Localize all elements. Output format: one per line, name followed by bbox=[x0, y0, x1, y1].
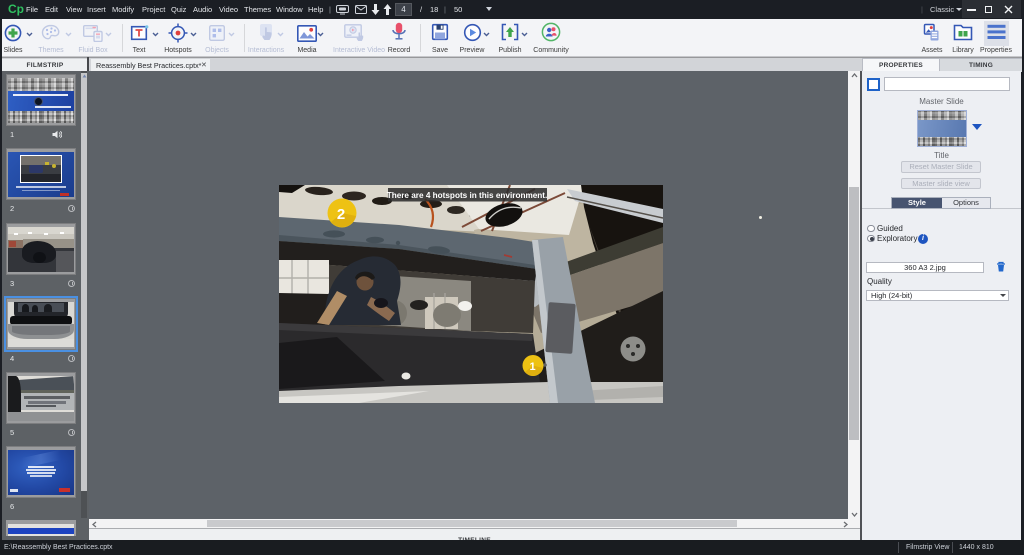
svg-text:There are 4 hotspots in this e: There are 4 hotspots in this environment… bbox=[387, 191, 548, 200]
svg-text:2: 2 bbox=[337, 206, 345, 223]
svg-text:1: 1 bbox=[529, 361, 535, 373]
